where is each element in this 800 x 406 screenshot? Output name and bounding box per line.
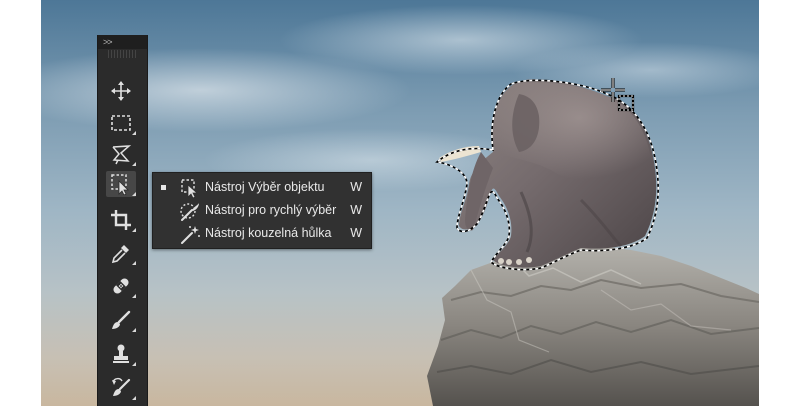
quick-selection-icon bbox=[180, 203, 199, 221]
magic-wand-icon bbox=[181, 226, 200, 244]
flyout-item-shortcut: W bbox=[350, 226, 362, 240]
image-canvas[interactable] bbox=[41, 0, 759, 406]
flyout-item-magic-wand[interactable]: Nástroj kouzelná hůlka W bbox=[153, 222, 371, 245]
history-brush-icon bbox=[112, 377, 131, 396]
flyout-item-shortcut: W bbox=[350, 203, 362, 217]
rectangular-marquee-tool[interactable] bbox=[106, 110, 136, 136]
object-selection-icon bbox=[181, 179, 199, 198]
polygonal-lasso-icon bbox=[112, 145, 132, 165]
selection-tools-flyout: Nástroj Výběr objektu W Nástroj pro rych… bbox=[152, 172, 372, 249]
object-selection-icon bbox=[111, 174, 129, 195]
eyedropper-tool[interactable] bbox=[106, 240, 136, 266]
flyout-item-object-selection[interactable]: Nástroj Výběr objektu W bbox=[153, 176, 371, 199]
flyout-item-shortcut: W bbox=[350, 180, 362, 194]
move-tool[interactable] bbox=[106, 78, 136, 104]
flyout-item-quick-selection[interactable]: Nástroj pro rychlý výběr W bbox=[153, 199, 371, 222]
flyout-item-label: Nástroj pro rychlý výběr bbox=[205, 203, 337, 217]
crop-tool[interactable] bbox=[106, 207, 136, 233]
clone-stamp-tool[interactable] bbox=[106, 341, 136, 367]
object-selection-tool[interactable] bbox=[106, 171, 136, 197]
brush-icon bbox=[112, 310, 131, 329]
flyout-item-label: Nástroj kouzelná hůlka bbox=[205, 226, 332, 240]
panel-collapse-button[interactable]: >> bbox=[98, 35, 147, 49]
healing-bandage-icon bbox=[113, 278, 129, 294]
rectangular-marquee-icon bbox=[111, 115, 131, 131]
stamp-icon bbox=[113, 344, 129, 363]
elephant bbox=[439, 79, 657, 268]
flyout-item-label: Nástroj Výběr objektu bbox=[205, 180, 325, 194]
history-brush-tool[interactable] bbox=[106, 375, 136, 401]
move-icon bbox=[111, 81, 131, 101]
lasso-tool[interactable] bbox=[106, 141, 136, 167]
tools-panel: >> bbox=[97, 35, 148, 406]
eyedropper-icon bbox=[111, 245, 129, 264]
photo-scene bbox=[427, 78, 759, 406]
crop-icon bbox=[111, 210, 131, 230]
brush-tool[interactable] bbox=[106, 307, 136, 333]
healing-brush-tool[interactable] bbox=[106, 273, 136, 299]
selected-indicator bbox=[161, 185, 166, 190]
rock-cliff bbox=[427, 244, 759, 406]
panel-grip[interactable] bbox=[108, 50, 137, 58]
